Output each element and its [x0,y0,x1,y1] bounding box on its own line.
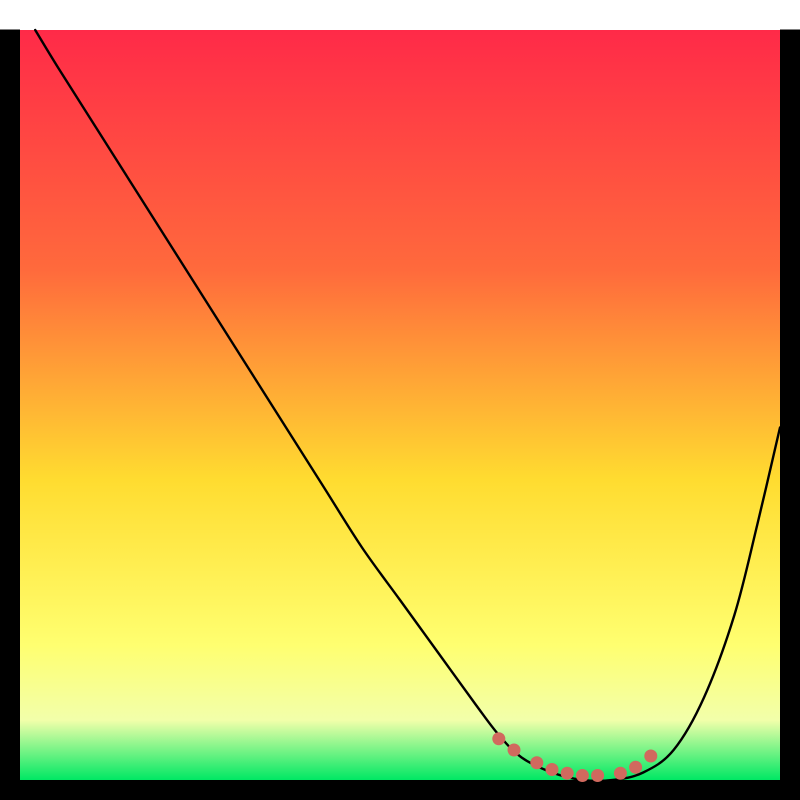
scatter-point [576,769,589,782]
scatter-point [561,767,574,780]
bottleneck-chart [0,0,800,800]
scatter-point [546,763,559,776]
chart-stage: TheBottleNecker.com [0,0,800,800]
scatter-point [591,769,604,782]
scatter-point [530,756,543,769]
scatter-point [629,761,642,774]
scatter-point [508,744,521,757]
scatter-point [492,732,505,745]
scatter-point [614,767,627,780]
scatter-point [644,750,657,763]
